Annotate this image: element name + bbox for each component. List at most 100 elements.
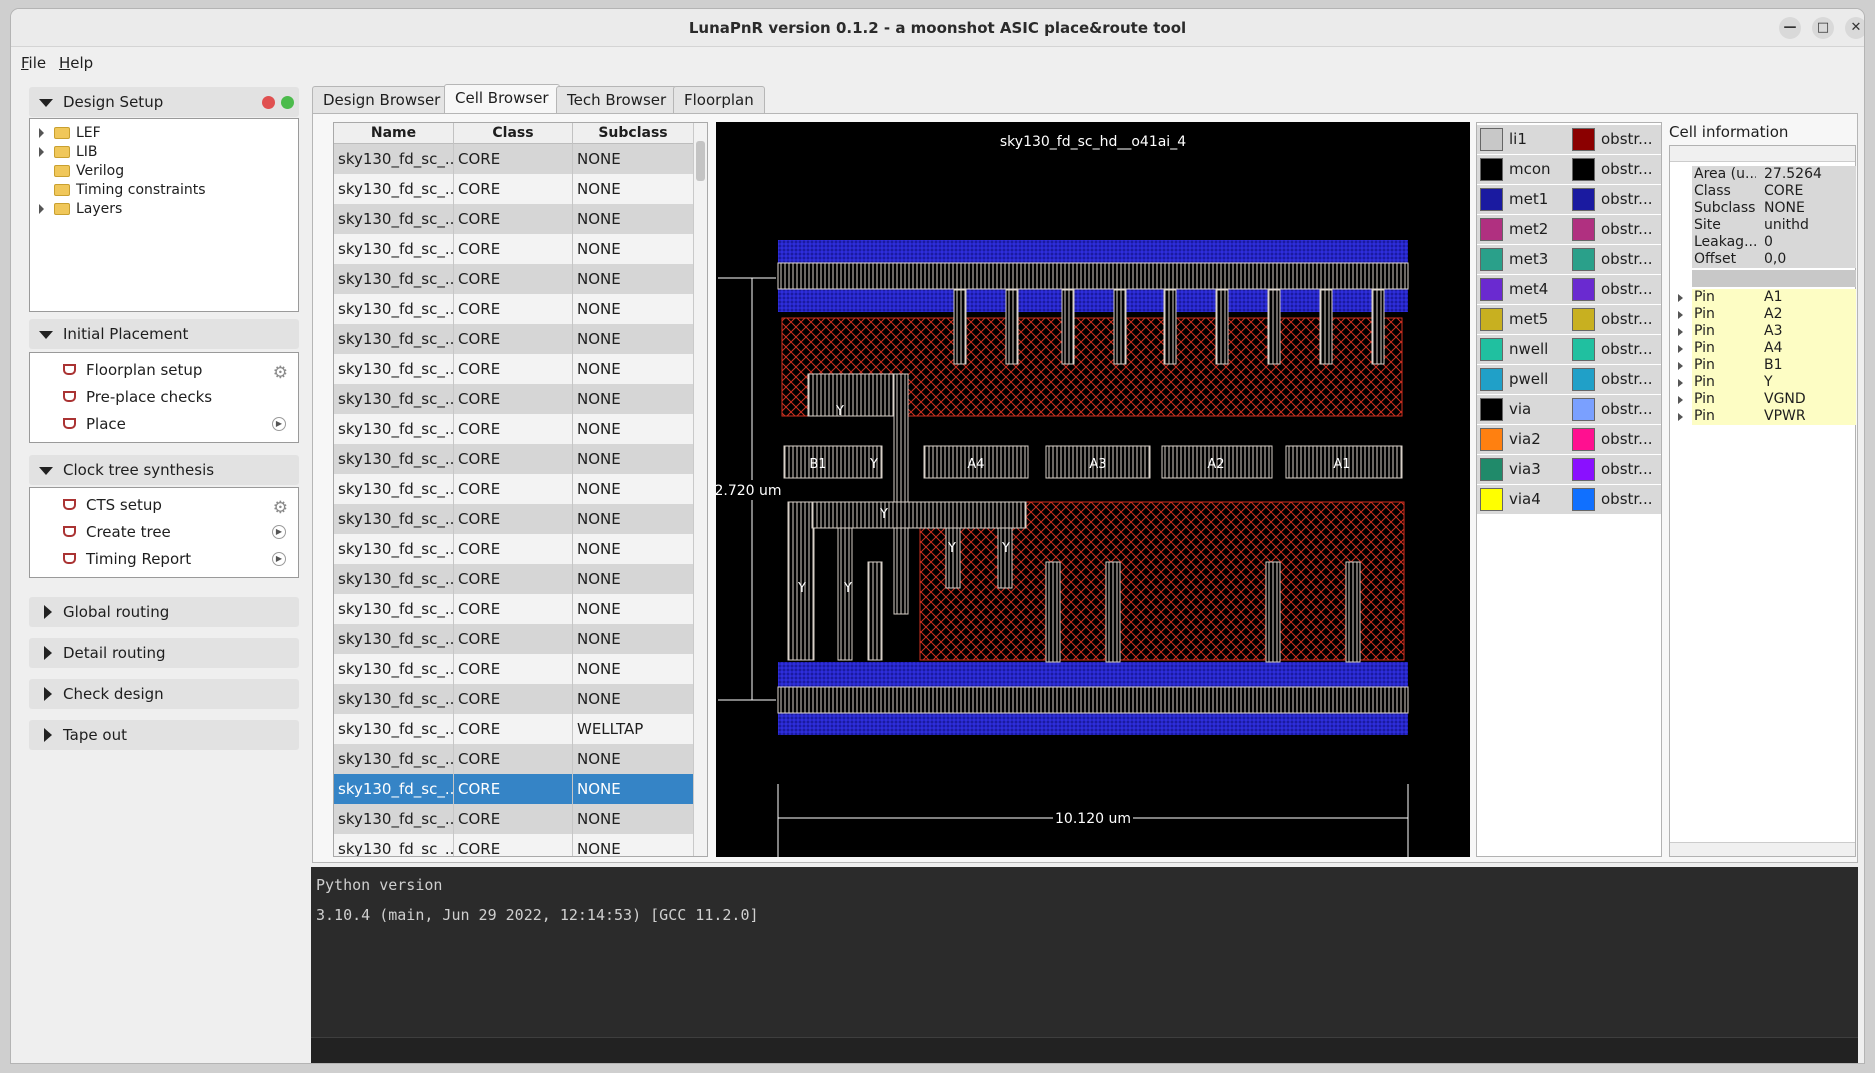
obstruction-item[interactable]: obstr... <box>1569 125 1661 154</box>
pin-row[interactable]: Pin VGND <box>1678 391 1856 408</box>
table-row[interactable]: sky130_fd_sc_... CORE NONE <box>334 504 694 534</box>
table-row[interactable]: sky130_fd_sc_... CORE NONE <box>334 534 694 564</box>
obstruction-item[interactable]: obstr... <box>1569 335 1661 364</box>
layer-swatch-icon[interactable] <box>1480 158 1503 181</box>
table-row[interactable]: sky130_fd_sc_... CORE NONE <box>334 624 694 654</box>
layer-swatch-icon[interactable] <box>1572 248 1595 271</box>
layer-swatch-icon[interactable] <box>1480 488 1503 511</box>
check-design-header[interactable]: Check design <box>29 679 299 709</box>
layer-swatch-icon[interactable] <box>1572 368 1595 391</box>
step-place[interactable]: Place ▶ <box>30 411 298 437</box>
table-row[interactable]: sky130_fd_sc_... CORE NONE <box>334 234 694 264</box>
initial-placement-header[interactable]: Initial Placement <box>29 319 299 349</box>
table-row[interactable]: sky130_fd_sc_... CORE NONE <box>334 144 694 174</box>
layer-swatch-icon[interactable] <box>1572 338 1595 361</box>
layer-swatch-icon[interactable] <box>1480 248 1503 271</box>
table-row[interactable]: sky130_fd_sc_... CORE NONE <box>334 684 694 714</box>
obstruction-item[interactable]: obstr... <box>1569 365 1661 394</box>
table-row[interactable]: sky130_fd_sc_... CORE NONE <box>334 564 694 594</box>
expand-icon[interactable] <box>1678 311 1683 319</box>
global-routing-header[interactable]: Global routing <box>29 597 299 627</box>
obstruction-item[interactable]: obstr... <box>1569 425 1661 454</box>
pin-row[interactable]: Pin A3 <box>1678 323 1856 340</box>
table-scrollbar[interactable] <box>693 123 707 856</box>
table-row[interactable]: sky130_fd_sc_... CORE NONE <box>334 384 694 414</box>
obstruction-item[interactable]: obstr... <box>1569 395 1661 424</box>
pin-row[interactable]: Pin A4 <box>1678 340 1856 357</box>
expand-icon[interactable] <box>1678 379 1683 387</box>
pin-row[interactable]: Pin VPWR <box>1678 408 1856 425</box>
layer-item[interactable]: mcon <box>1477 155 1569 184</box>
layer-item[interactable]: met3 <box>1477 245 1569 274</box>
layer-swatch-icon[interactable] <box>1480 188 1503 211</box>
cell-info-hscrollbar[interactable] <box>1670 842 1855 856</box>
obstruction-item[interactable]: obstr... <box>1569 185 1661 214</box>
add-icon[interactable] <box>281 96 294 109</box>
layer-swatch-icon[interactable] <box>1480 128 1503 151</box>
console-input[interactable] <box>311 1037 1858 1063</box>
table-row[interactable]: sky130_fd_sc_... CORE NONE <box>334 654 694 684</box>
layer-swatch-icon[interactable] <box>1572 428 1595 451</box>
column-header-subclass[interactable]: Subclass <box>573 123 694 144</box>
layer-swatch-icon[interactable] <box>1480 458 1503 481</box>
table-row[interactable]: sky130_fd_sc_... CORE NONE <box>334 474 694 504</box>
minimize-icon[interactable]: — <box>1779 17 1801 39</box>
table-row[interactable]: sky130_fd_sc_... CORE NONE <box>334 774 694 804</box>
table-row[interactable]: sky130_fd_sc_... CORE NONE <box>334 264 694 294</box>
layer-swatch-icon[interactable] <box>1572 488 1595 511</box>
run-icon[interactable]: ▶ <box>272 525 286 539</box>
expand-icon[interactable] <box>1678 328 1683 336</box>
python-console[interactable]: Python version 3.10.4 (main, Jun 29 2022… <box>311 867 1858 1063</box>
layer-swatch-icon[interactable] <box>1480 398 1503 421</box>
obstruction-item[interactable]: obstr... <box>1569 245 1661 274</box>
layer-item[interactable]: li1 <box>1477 125 1569 154</box>
table-row[interactable]: sky130_fd_sc_... CORE NONE <box>334 174 694 204</box>
layer-item[interactable]: met1 <box>1477 185 1569 214</box>
step-floorplan-setup[interactable]: Floorplan setup ⚙ <box>30 357 298 383</box>
layer-item[interactable]: nwell <box>1477 335 1569 364</box>
tape-out-header[interactable]: Tape out <box>29 720 299 750</box>
obstruction-item[interactable]: obstr... <box>1569 215 1661 244</box>
obstruction-item[interactable]: obstr... <box>1569 305 1661 334</box>
layer-swatch-icon[interactable] <box>1572 398 1595 421</box>
layer-swatch-icon[interactable] <box>1480 308 1503 331</box>
layer-item[interactable]: via3 <box>1477 455 1569 484</box>
layer-swatch-icon[interactable] <box>1572 278 1595 301</box>
layer-swatch-icon[interactable] <box>1480 338 1503 361</box>
tab-tech-browser[interactable]: Tech Browser <box>556 86 678 113</box>
expand-icon[interactable] <box>1678 345 1683 353</box>
layer-item[interactable]: via2 <box>1477 425 1569 454</box>
layer-item[interactable]: met2 <box>1477 215 1569 244</box>
table-row[interactable]: sky130_fd_sc_... CORE NONE <box>334 834 694 856</box>
layer-swatch-icon[interactable] <box>1480 368 1503 391</box>
table-row[interactable]: sky130_fd_sc_... CORE NONE <box>334 744 694 774</box>
obstruction-item[interactable]: obstr... <box>1569 455 1661 484</box>
expand-icon[interactable] <box>39 147 44 157</box>
gear-icon[interactable]: ⚙ <box>273 495 288 521</box>
column-header-name[interactable]: Name <box>334 123 454 144</box>
remove-icon[interactable] <box>262 96 275 109</box>
table-row[interactable]: sky130_fd_sc_... CORE NONE <box>334 204 694 234</box>
scroll-thumb[interactable] <box>696 141 705 181</box>
layer-swatch-icon[interactable] <box>1572 188 1595 211</box>
run-icon[interactable]: ▶ <box>272 417 286 431</box>
step-timing-report[interactable]: Timing Report ▶ <box>30 546 298 572</box>
table-row[interactable]: sky130_fd_sc_... CORE NONE <box>334 804 694 834</box>
detail-routing-header[interactable]: Detail routing <box>29 638 299 668</box>
pin-row[interactable]: Pin B1 <box>1678 357 1856 374</box>
layer-item[interactable]: pwell <box>1477 365 1569 394</box>
expand-icon[interactable] <box>39 204 44 214</box>
maximize-icon[interactable]: □ <box>1812 17 1834 39</box>
layer-item[interactable]: met5 <box>1477 305 1569 334</box>
layer-swatch-icon[interactable] <box>1572 218 1595 241</box>
expand-icon[interactable] <box>1678 413 1683 421</box>
cts-header[interactable]: Clock tree synthesis <box>29 455 299 485</box>
expand-icon[interactable] <box>1678 362 1683 370</box>
table-row[interactable]: sky130_fd_sc_... CORE NONE <box>334 594 694 624</box>
layer-swatch-icon[interactable] <box>1480 428 1503 451</box>
expand-icon[interactable] <box>1678 294 1683 302</box>
layer-swatch-icon[interactable] <box>1572 308 1595 331</box>
obstruction-item[interactable]: obstr... <box>1569 485 1661 514</box>
layer-swatch-icon[interactable] <box>1572 458 1595 481</box>
close-icon[interactable]: ✕ <box>1845 17 1864 39</box>
